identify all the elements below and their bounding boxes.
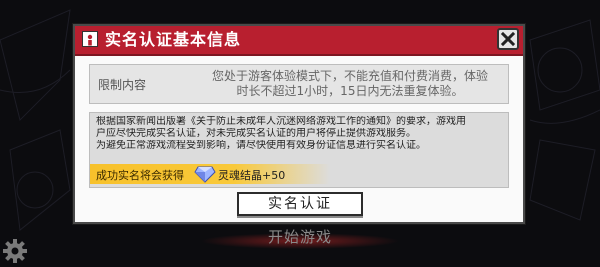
limit-description: 您处于游客体验模式下，不能充值和付费消费，体验 时长不超过1小时，15日内无法重… <box>200 69 500 99</box>
verify-button[interactable]: 实名认证 <box>237 192 363 216</box>
notice-box: 根据国家新闻出版署《关于防止未成年人沉迷网络游戏工作的通知》的要求，游戏用 户应… <box>89 112 509 188</box>
notice-line: 根据国家新闻出版署《关于防止未成年人沉迷网络游戏工作的通知》的要求，游戏用 <box>96 116 466 127</box>
real-name-verification-dialog: 实名认证基本信息 限制内容 您处于游客体验模式下，不能充值和付费消费，体验 时长… <box>73 24 525 224</box>
close-icon <box>500 31 516 47</box>
close-button[interactable] <box>497 28 519 50</box>
notice-text: 根据国家新闻出版署《关于防止未成年人沉迷网络游戏工作的通知》的要求，游戏用 户应… <box>96 116 504 152</box>
notice-line: 户应尽快完成实名认证，对未完成实名认证的用户将停止提供游戏服务。 <box>96 128 416 139</box>
limit-label: 限制内容 <box>98 78 147 92</box>
id-card-icon <box>82 31 98 47</box>
reward-value: 灵魂结晶+50 <box>218 169 286 182</box>
notice-line: 为避免正常游戏流程受到影响，请尽快使用有效身份证信息进行实名认证。 <box>96 140 426 151</box>
dialog-title-bar: 实名认证基本信息 <box>75 26 523 56</box>
dialog-title: 实名认证基本信息 <box>105 30 242 49</box>
soul-crystal-diamond-icon <box>194 166 216 183</box>
start-game-button[interactable]: 开始游戏 <box>0 226 600 247</box>
reward-label: 成功实名将会获得 <box>96 169 184 182</box>
reward-strip: 成功实名将会获得 灵魂结晶+50 <box>90 164 330 184</box>
limit-line: 您处于游客体验模式下，不能充值和付费消费，体验 <box>211 69 488 83</box>
limit-content-box: 限制内容 您处于游客体验模式下，不能充值和付费消费，体验 时长不超过1小时，15… <box>89 64 509 104</box>
gear-icon[interactable] <box>2 238 28 264</box>
limit-line: 时长不超过1小时，15日内无法重复体验。 <box>236 84 464 98</box>
